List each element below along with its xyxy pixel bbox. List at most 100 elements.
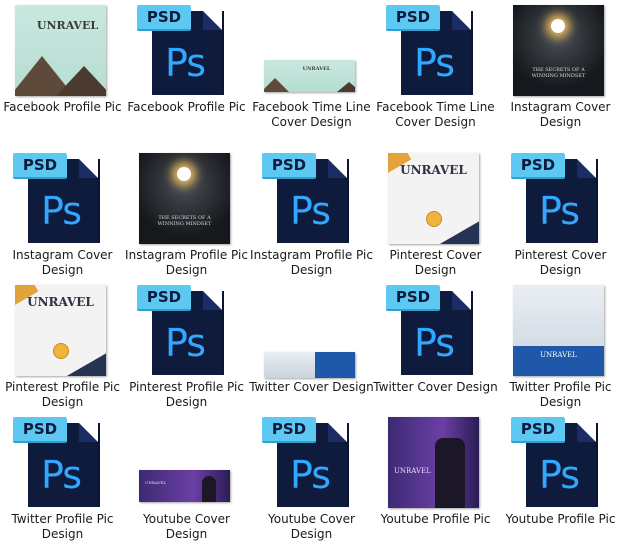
image-thumbnail: UNRAVEL <box>15 285 106 376</box>
file-name: Twitter Profile Pic Design <box>11 512 114 541</box>
ps-logo-text: Ps <box>165 41 206 85</box>
psd-badge: PSD <box>511 153 565 179</box>
psd-badge-text: PSD <box>520 420 556 438</box>
file-name: Instagram Cover Design <box>12 248 113 277</box>
psd-badge: PSD <box>262 417 316 443</box>
image-file-item[interactable]: UNRAVEL Youtube Profile Pic <box>373 414 498 526</box>
psd-badge-text: PSD <box>395 8 431 26</box>
coin-icon <box>53 343 69 359</box>
thumbnail-title: UNRAVEL <box>302 66 331 72</box>
file-thumbnail: UNRAVEL <box>373 150 498 246</box>
image-thumbnail: UNRAVEL <box>264 60 355 92</box>
psd-file-corner <box>577 159 596 178</box>
file-name: Instagram Profile Pic Design <box>125 248 248 277</box>
file-name: Twitter Cover Design <box>373 380 498 394</box>
file-thumbnail: THE SECRETS OF A WINNING MINDSET <box>498 2 623 98</box>
psd-file-item[interactable]: Ps PSD Twitter Cover Design <box>373 282 498 394</box>
psd-file-item[interactable]: Ps PSD Pinterest Profile Pic Design <box>124 282 249 409</box>
thumbnail-title: UNRAVEL <box>27 295 94 309</box>
file-name: Instagram Cover Design <box>510 100 611 129</box>
file-thumbnail: UNRAVEL <box>498 282 623 378</box>
image-file-item[interactable]: Twitter Cover Design <box>249 282 374 394</box>
image-thumbnail: UNRAVEL <box>139 470 230 502</box>
image-thumbnail: UNRAVEL <box>15 5 106 96</box>
image-thumbnail <box>264 352 355 378</box>
file-thumbnail: Ps PSD <box>373 282 498 378</box>
psd-badge: PSD <box>137 285 191 311</box>
file-thumbnail <box>249 282 374 378</box>
navy-corner-stripe <box>62 348 106 376</box>
psd-badge: PSD <box>137 5 191 31</box>
image-thumbnail: UNRAVEL <box>388 153 479 244</box>
file-thumbnail: Ps PSD <box>124 2 249 98</box>
file-thumbnail: Ps PSD <box>373 2 498 98</box>
file-name: Pinterest Cover Design <box>514 248 607 277</box>
psd-file-corner <box>328 423 347 442</box>
fingerprint-glow <box>177 167 191 181</box>
thumbnail-title: UNRAVEL <box>36 19 99 32</box>
image-thumbnail: UNRAVEL <box>388 417 479 508</box>
file-name: Twitter Cover Design <box>249 380 374 394</box>
file-name: Facebook Profile Pic <box>3 100 122 114</box>
psd-file-corner <box>203 291 222 310</box>
psd-file-corner <box>328 159 347 178</box>
psd-file-corner <box>577 423 596 442</box>
psd-file-item[interactable]: Ps PSD Instagram Profile Pic Design <box>249 150 374 277</box>
image-file-item[interactable]: UNRAVEL Facebook Profile Pic <box>0 2 125 114</box>
psd-file-item[interactable]: Ps PSD Twitter Profile Pic Design <box>0 414 125 541</box>
fingerprint-glow <box>551 19 565 33</box>
psd-file-item[interactable]: Ps PSD Youtube Profile Pic <box>498 414 623 526</box>
file-thumbnail: THE SECRETS OF A WINNING MINDSET <box>124 150 249 246</box>
file-thumbnail: UNRAVEL <box>0 282 125 378</box>
file-thumbnail: Ps PSD <box>0 414 125 510</box>
file-thumbnail: UNRAVEL <box>373 414 498 510</box>
psd-file-item[interactable]: Ps PSD Facebook Profile Pic <box>124 2 249 114</box>
mountain-shape <box>56 66 106 96</box>
file-name: Youtube Profile Pic <box>505 512 616 526</box>
psd-badge-text: PSD <box>271 156 307 174</box>
file-name: Youtube Cover Design <box>268 512 355 541</box>
psd-badge-text: PSD <box>22 156 58 174</box>
file-thumbnail: Ps PSD <box>0 150 125 246</box>
psd-badge-text: PSD <box>22 420 58 438</box>
thumbnail-caption: UNRAVEL <box>394 467 431 475</box>
thumbnail-title: UNRAVEL <box>400 163 467 177</box>
psd-badge-text: PSD <box>271 420 307 438</box>
file-grid: UNRAVEL Facebook Profile Pic Ps PSD Facebook… <box>0 0 624 556</box>
image-file-item[interactable]: THE SECRETS OF A WINNING MINDSET Instagra… <box>124 150 249 277</box>
image-file-item[interactable]: UNRAVEL Pinterest Profile Pic Design <box>0 282 125 409</box>
psd-badge-text: PSD <box>520 156 556 174</box>
psd-file-corner <box>79 423 98 442</box>
image-file-item[interactable]: UNRAVEL Pinterest Cover Design <box>373 150 498 277</box>
file-name: Youtube Profile Pic <box>380 512 491 526</box>
psd-file-item[interactable]: Ps PSD Youtube Cover Design <box>249 414 374 541</box>
image-file-item[interactable]: UNRAVEL Facebook Time Line Cover Design <box>249 2 374 129</box>
psd-badge: PSD <box>386 5 440 31</box>
psd-badge-text: PSD <box>395 288 431 306</box>
psd-badge-text: PSD <box>146 8 182 26</box>
file-thumbnail: Ps PSD <box>498 414 623 510</box>
image-file-item[interactable]: UNRAVEL Youtube Cover Design <box>124 414 249 541</box>
psd-file-corner <box>452 11 471 30</box>
image-file-item[interactable]: THE SECRETS OF A WINNING MINDSET Instagra… <box>498 2 623 129</box>
psd-file-item[interactable]: Ps PSD Pinterest Cover Design <box>498 150 623 277</box>
psd-file-item[interactable]: Ps PSD Facebook Time Line Cover Design <box>373 2 498 129</box>
file-name: Facebook Profile Pic <box>127 100 246 114</box>
file-thumbnail: UNRAVEL <box>249 2 374 98</box>
coin-icon <box>426 211 442 227</box>
thumbnail-caption: THE SECRETS OF A WINNING MINDSET <box>531 67 586 79</box>
psd-file-corner <box>79 159 98 178</box>
psd-file-corner <box>203 11 222 30</box>
mountain-shape <box>264 78 289 92</box>
thumbnail-title: UNRAVEL <box>540 351 577 359</box>
psd-file-item[interactable]: Ps PSD Instagram Cover Design <box>0 150 125 277</box>
file-name: Facebook Time Line Cover Design <box>376 100 495 129</box>
psd-badge: PSD <box>511 417 565 443</box>
psd-badge: PSD <box>262 153 316 179</box>
file-name: Pinterest Cover Design <box>389 248 482 277</box>
file-thumbnail: Ps PSD <box>249 414 374 510</box>
ps-logo-text: Ps <box>539 453 580 497</box>
ps-logo-text: Ps <box>290 453 331 497</box>
psd-badge: PSD <box>13 417 67 443</box>
image-file-item[interactable]: UNRAVEL Twitter Profile Pic Design <box>498 282 623 409</box>
